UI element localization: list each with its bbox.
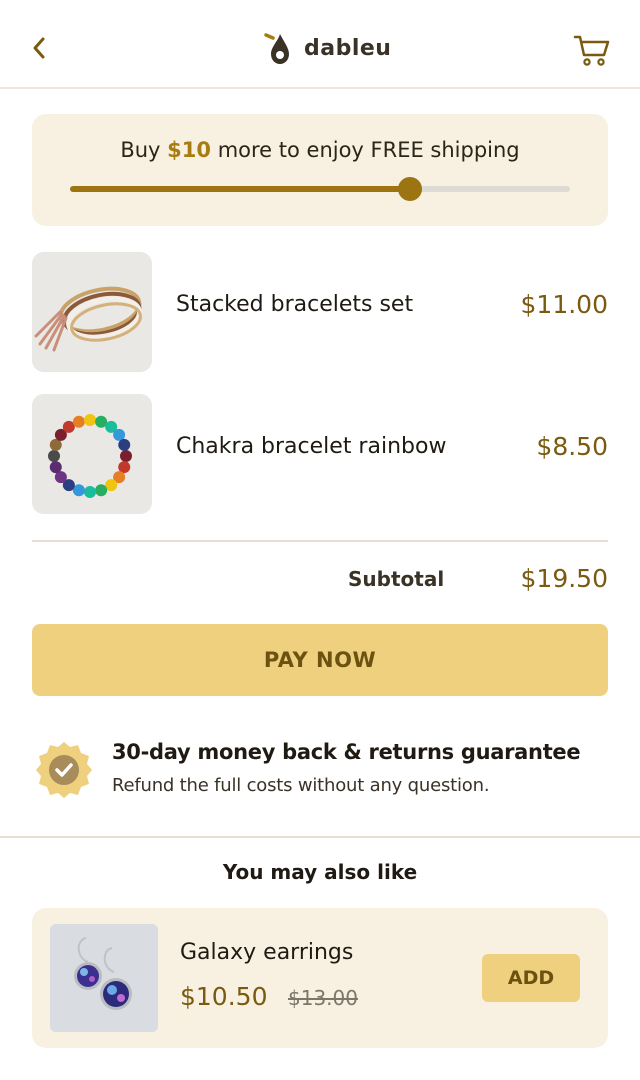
shipping-prefix: Buy (120, 138, 168, 162)
guarantee-notice: 30-day money back & returns guarantee Re… (32, 738, 608, 804)
cart-item: Chakra bracelet rainbow $8.50 (32, 394, 608, 514)
back-button[interactable] (26, 30, 54, 66)
free-shipping-banner: Buy $10 more to enjoy FREE shipping (32, 114, 608, 226)
shipping-progress-knob[interactable] (398, 177, 422, 201)
product-image-stacked-bracelets[interactable] (32, 252, 152, 372)
badge-check-icon (36, 742, 92, 798)
bracelets-photo-icon (32, 252, 152, 372)
product-image-chakra-bracelet[interactable] (32, 394, 152, 514)
product-image-galaxy-earrings[interactable] (50, 924, 158, 1032)
recommendation-price: $10.50 (180, 982, 268, 1011)
guarantee-subtitle: Refund the full costs without any questi… (112, 775, 490, 796)
pay-now-button[interactable]: PAY NOW (32, 624, 608, 696)
galaxy-earrings-photo-icon (50, 924, 158, 1032)
brand-logo[interactable]: dableu (262, 28, 391, 68)
section-divider (0, 836, 640, 838)
guarantee-title: 30-day money back & returns guarantee (112, 740, 581, 764)
shipping-suffix: more to enjoy FREE shipping (211, 138, 520, 162)
cart-item-name[interactable]: Stacked bracelets set (176, 292, 413, 317)
recommendation-name[interactable]: Galaxy earrings (180, 940, 353, 965)
cart-button[interactable] (572, 30, 612, 70)
shipping-progress-fill (70, 186, 410, 192)
subtotal-divider (32, 540, 608, 542)
cart-icon (573, 35, 610, 66)
cart-item-name[interactable]: Chakra bracelet rainbow (176, 434, 446, 459)
app-header: dableu (0, 0, 640, 89)
chakra-bracelet-photo-icon (32, 394, 152, 514)
recommendations-heading: You may also like (222, 860, 418, 884)
cart-item: Stacked bracelets set $11.00 (32, 252, 608, 372)
subtotal-value: $19.50 (520, 564, 608, 593)
recommendation-card: Galaxy earrings $10.50 $13.00 ADD (32, 908, 608, 1048)
free-shipping-message: Buy $10 more to enjoy FREE shipping (32, 138, 608, 162)
add-to-cart-button[interactable]: ADD (482, 954, 580, 1002)
cart-item-price: $11.00 (520, 290, 608, 319)
drop-logo-icon (264, 33, 289, 64)
subtotal-label: Subtotal (348, 567, 445, 591)
cart-item-price: $8.50 (536, 432, 608, 461)
shipping-progress-bar (70, 177, 570, 201)
shipping-amount-remaining: $10 (167, 138, 212, 162)
recommendation-original-price: $13.00 (288, 986, 358, 1010)
chevron-left-icon (33, 37, 45, 59)
brand-name: dableu (304, 35, 392, 61)
